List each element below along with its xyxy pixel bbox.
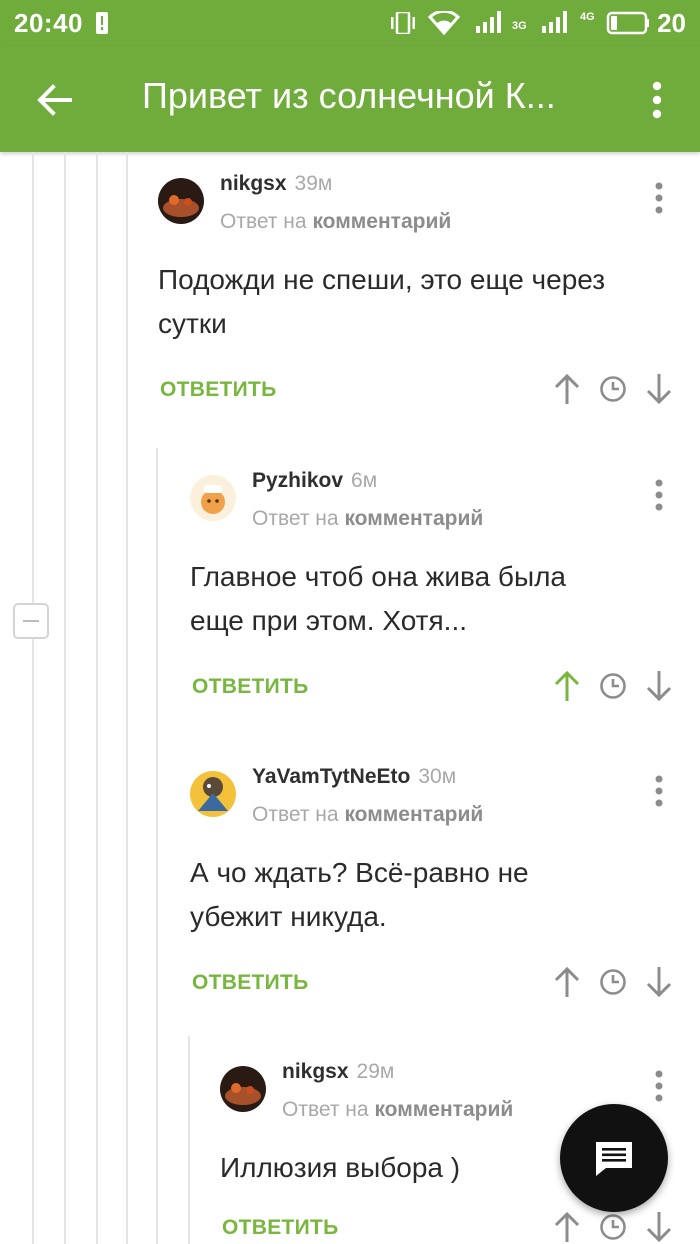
comment: YaVamTytNeEto 30м Ответ на комментарий А … [190, 745, 700, 1035]
comment-text: А чо ждать? Всё-равно не убежит никуда. [190, 857, 529, 932]
reply-to-link[interactable]: комментарий [344, 507, 483, 530]
clock-icon[interactable] [598, 965, 628, 999]
reply-button[interactable]: ОТВЕТИТЬ [222, 1216, 339, 1240]
arrow-up-icon[interactable] [552, 372, 582, 406]
thread-line [96, 152, 98, 1244]
network-3g-label: 3G [512, 20, 527, 32]
comment-author[interactable]: YaVamTytNeEto 30м [252, 765, 456, 789]
comment-author[interactable]: nikgsx 29м [282, 1060, 394, 1084]
signal-icon-2 [542, 11, 567, 33]
clock-icon[interactable] [598, 669, 628, 703]
page-title: Привет из солнечной К... [142, 75, 556, 116]
status-time: 20:40 [14, 8, 83, 38]
battery-level: 20 [657, 8, 686, 38]
comment-age: 29м [356, 1060, 395, 1083]
avatar[interactable] [190, 475, 236, 521]
thread-line [156, 448, 158, 1244]
arrow-up-icon[interactable] [552, 1210, 582, 1244]
comment-icon [596, 1142, 632, 1176]
comment-age: 39м [294, 172, 333, 195]
reply-to-line: Ответ на комментарий [252, 507, 484, 530]
comment-author[interactable]: nikgsx 39м [220, 172, 332, 196]
wifi-icon [428, 11, 460, 35]
avatar[interactable] [190, 771, 236, 817]
comment-text: Главное чтоб она жива была еще при этом. … [190, 561, 566, 636]
clock-icon[interactable] [598, 372, 628, 406]
more-vertical-icon[interactable] [654, 182, 664, 214]
network-4g-label: 4G [580, 11, 595, 23]
arrow-up-icon[interactable] [552, 965, 582, 999]
reply-button[interactable]: ОТВЕТИТЬ [192, 971, 309, 995]
new-comment-fab[interactable] [560, 1104, 668, 1212]
arrow-up-icon[interactable] [552, 669, 582, 703]
comments-thread: nikgsx 39м Ответ на комментарий Подожди н… [0, 152, 700, 1244]
reply-button[interactable]: ОТВЕТИТЬ [192, 675, 309, 699]
more-vertical-icon[interactable] [654, 479, 664, 511]
comment-age: 6м [351, 469, 378, 492]
notification-icon [96, 12, 108, 34]
app-bar: Привет из солнечной К... [0, 46, 700, 152]
comment-author[interactable]: Pyzhikov 6м [252, 469, 377, 493]
comment: Pyzhikov 6м Ответ на комментарий Главное … [190, 449, 700, 739]
signal-icon [476, 11, 501, 33]
comment-text: Подожди не спеши, это еще через сутки [158, 264, 606, 339]
comment-age: 30м [418, 765, 457, 788]
arrow-down-icon[interactable] [644, 965, 674, 999]
reply-to-link[interactable]: комментарий [374, 1098, 513, 1121]
thread-line [32, 152, 34, 1244]
arrow-down-icon[interactable] [644, 1210, 674, 1244]
more-vertical-icon[interactable] [646, 80, 668, 120]
thread-line [126, 152, 128, 1244]
comment: nikgsx 39м Ответ на комментарий Подожди н… [158, 152, 700, 442]
thread-line [64, 152, 66, 1244]
thread-line [188, 1036, 190, 1244]
more-vertical-icon[interactable] [654, 1070, 664, 1102]
vibrate-icon [391, 12, 415, 34]
avatar[interactable] [158, 178, 204, 224]
avatar[interactable] [220, 1066, 266, 1112]
arrow-down-icon[interactable] [644, 372, 674, 406]
reply-to-line: Ответ на комментарий [220, 210, 452, 233]
collapse-thread-button[interactable] [13, 603, 49, 639]
arrow-left-icon[interactable] [34, 80, 74, 120]
clock-icon[interactable] [598, 1210, 628, 1244]
reply-button[interactable]: ОТВЕТИТЬ [160, 378, 277, 402]
reply-to-line: Ответ на комментарий [282, 1098, 514, 1121]
reply-to-link[interactable]: комментарий [344, 803, 483, 826]
status-bar: 20:40 3G 4G 20 [0, 0, 700, 46]
reply-to-line: Ответ на комментарий [252, 803, 484, 826]
more-vertical-icon[interactable] [654, 775, 664, 807]
reply-to-link[interactable]: комментарий [312, 210, 451, 233]
arrow-down-icon[interactable] [644, 669, 674, 703]
battery-icon [606, 11, 649, 35]
